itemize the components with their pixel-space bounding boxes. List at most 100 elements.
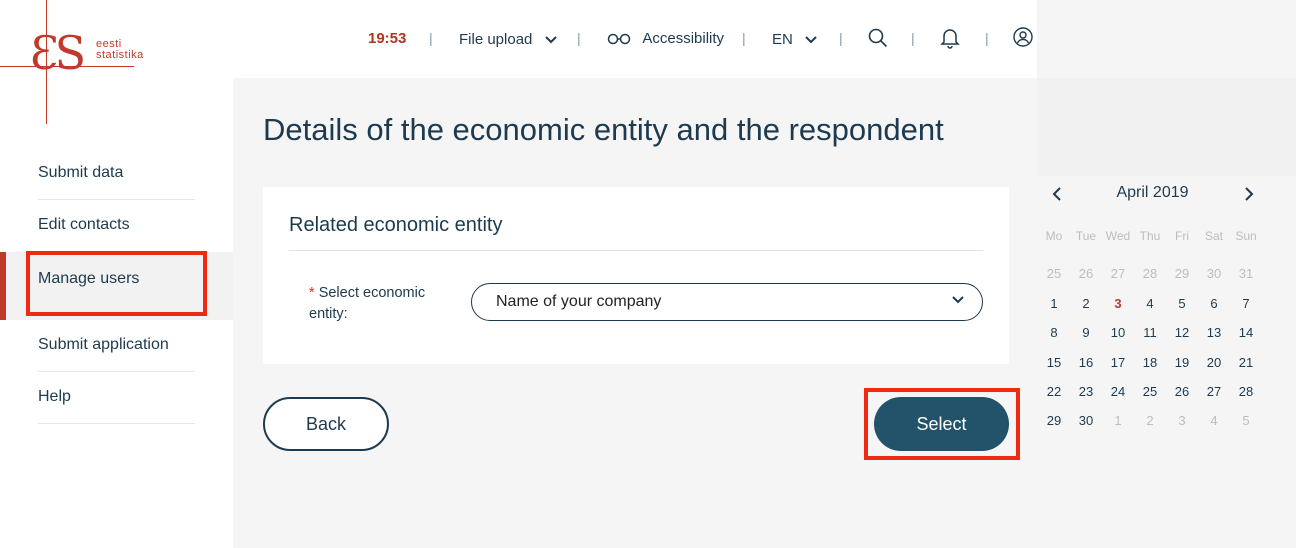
calendar-day[interactable]: 30 xyxy=(1198,259,1230,288)
calendar-day[interactable]: 26 xyxy=(1070,259,1102,288)
select-button-highlight xyxy=(864,388,1020,460)
calendar-day[interactable]: 29 xyxy=(1166,259,1198,288)
calendar-day[interactable]: 24 xyxy=(1102,377,1134,406)
calendar-day[interactable]: 6 xyxy=(1198,289,1230,318)
page-title: Details of the economic entity and the r… xyxy=(263,112,944,147)
calendar-day[interactable]: 19 xyxy=(1166,348,1198,377)
calendar-day[interactable]: 23 xyxy=(1070,377,1102,406)
chevron-down-icon xyxy=(544,36,557,44)
calendar-day[interactable]: 3 xyxy=(1100,288,1136,319)
separator: | xyxy=(839,30,843,46)
calendar-day[interactable]: 3 xyxy=(1166,406,1198,435)
session-timer: 19:53 xyxy=(368,30,407,47)
calendar-day[interactable]: 2 xyxy=(1070,289,1102,318)
calendar-grid: Mo Tue Wed Thu Fri Sat Sun 25 26 27 28 29 30 31 1 2 3 4 5 6… xyxy=(1038,222,1262,436)
glasses-icon xyxy=(607,33,631,45)
calendar-week-row: 25 26 27 28 29 30 31 xyxy=(1038,259,1262,288)
file-upload-label: File upload xyxy=(459,31,533,48)
search-icon[interactable] xyxy=(868,28,888,48)
calendar-day[interactable]: 27 xyxy=(1102,259,1134,288)
separator: | xyxy=(742,30,746,46)
calendar-day[interactable]: 27 xyxy=(1198,377,1230,406)
back-button[interactable]: Back xyxy=(263,397,389,451)
logo-line2: statistika xyxy=(96,49,144,61)
calendar-day[interactable]: 17 xyxy=(1102,348,1134,377)
calendar-day[interactable]: 8 xyxy=(1038,318,1070,347)
calendar-day[interactable]: 10 xyxy=(1102,318,1134,347)
calendar-week-row: 22 23 24 25 26 27 28 xyxy=(1038,377,1262,406)
calendar-week-row: 8 9 10 11 12 13 14 xyxy=(1038,318,1262,347)
sidebar-item-submit-data[interactable]: Submit data xyxy=(0,148,233,200)
calendar-day[interactable]: 20 xyxy=(1198,348,1230,377)
calendar-day[interactable]: 25 xyxy=(1134,377,1166,406)
calendar-day[interactable]: 29 xyxy=(1038,406,1070,435)
language-selector[interactable]: EN xyxy=(772,31,817,48)
calendar-day[interactable]: 25 xyxy=(1038,259,1070,288)
entity-card: Related economic entity * Select economi… xyxy=(263,187,1009,364)
calendar-day[interactable]: 12 xyxy=(1166,318,1198,347)
divider xyxy=(289,250,983,251)
accessibility-button[interactable]: Accessibility xyxy=(607,30,724,47)
calendar-day[interactable]: 16 xyxy=(1070,348,1102,377)
active-indicator xyxy=(0,252,6,320)
logo[interactable]: ƐS eesti statistika xyxy=(0,0,233,125)
calendar-day[interactable]: 21 xyxy=(1230,348,1262,377)
language-label: EN xyxy=(772,31,793,48)
calendar-day[interactable]: 28 xyxy=(1230,377,1262,406)
logo-wordmark: eesti statistika xyxy=(96,39,144,61)
calendar-weekday: Sat xyxy=(1204,229,1223,243)
sidebar-item-label: Submit application xyxy=(38,336,169,353)
top-bar: 19:53 | File upload | Accessibility | EN… xyxy=(233,0,1037,78)
calendar-day[interactable]: 31 xyxy=(1230,259,1262,288)
chevron-right-icon[interactable] xyxy=(1244,187,1254,201)
calendar-weekday: Tue xyxy=(1075,229,1097,243)
calendar-day[interactable]: 11 xyxy=(1134,318,1166,347)
calendar-weekday-row: Mo Tue Wed Thu Fri Sat Sun xyxy=(1038,222,1262,251)
calendar-day[interactable]: 1 xyxy=(1102,406,1134,435)
calendar-day[interactable]: 4 xyxy=(1134,289,1166,318)
calendar-day[interactable]: 1 xyxy=(1038,289,1070,318)
calendar-month: April 2019 xyxy=(1116,184,1189,201)
calendar-day[interactable]: 22 xyxy=(1038,377,1070,406)
calendar-day[interactable]: 26 xyxy=(1166,377,1198,406)
divider xyxy=(38,423,195,424)
economic-entity-select[interactable]: Name of your company xyxy=(471,283,983,321)
sidebar-item-help[interactable]: Help xyxy=(0,372,233,424)
calendar-day[interactable]: 13 xyxy=(1198,318,1230,347)
field-label: * Select economic entity: xyxy=(309,283,449,325)
calendar-weekday: Fri xyxy=(1175,229,1189,243)
chevron-down-icon xyxy=(952,296,964,304)
calendar-day[interactable]: 7 xyxy=(1230,289,1262,318)
calendar-day[interactable]: 30 xyxy=(1070,406,1102,435)
user-icon[interactable] xyxy=(1013,27,1033,47)
select-value: Name of your company xyxy=(496,293,662,310)
calendar-day[interactable]: 28 xyxy=(1134,259,1166,288)
calendar-day[interactable]: 4 xyxy=(1198,406,1230,435)
calendar-day[interactable]: 14 xyxy=(1230,318,1262,347)
sidebar-item-label: Help xyxy=(38,388,71,405)
file-upload-menu[interactable]: File upload xyxy=(459,31,557,48)
required-mark: * xyxy=(309,285,315,301)
manage-users-highlight xyxy=(26,251,207,316)
bell-icon[interactable] xyxy=(940,27,960,49)
chevron-down-icon xyxy=(805,36,817,44)
calendar-day[interactable]: 15 xyxy=(1038,348,1070,377)
calendar-day[interactable]: 5 xyxy=(1230,406,1262,435)
separator: | xyxy=(985,30,989,46)
sidebar-item-edit-contacts[interactable]: Edit contacts xyxy=(0,200,233,252)
field-label-text: Select economic entity: xyxy=(309,285,426,322)
separator: | xyxy=(911,30,915,46)
calendar-weekday: Wed xyxy=(1105,229,1131,243)
accessibility-label: Accessibility xyxy=(642,30,725,47)
card-title: Related economic entity xyxy=(289,214,503,236)
calendar-weekday: Sun xyxy=(1235,229,1257,243)
calendar-week-row: 29 30 1 2 3 4 5 xyxy=(1038,406,1262,435)
calendar-day[interactable]: 18 xyxy=(1134,348,1166,377)
separator: | xyxy=(577,30,581,46)
separator: | xyxy=(429,30,433,46)
sidebar-item-label: Submit data xyxy=(38,164,124,181)
calendar-day[interactable]: 9 xyxy=(1070,318,1102,347)
calendar-day[interactable]: 5 xyxy=(1166,289,1198,318)
sidebar-item-submit-application[interactable]: Submit application xyxy=(0,320,233,372)
calendar-day[interactable]: 2 xyxy=(1134,406,1166,435)
